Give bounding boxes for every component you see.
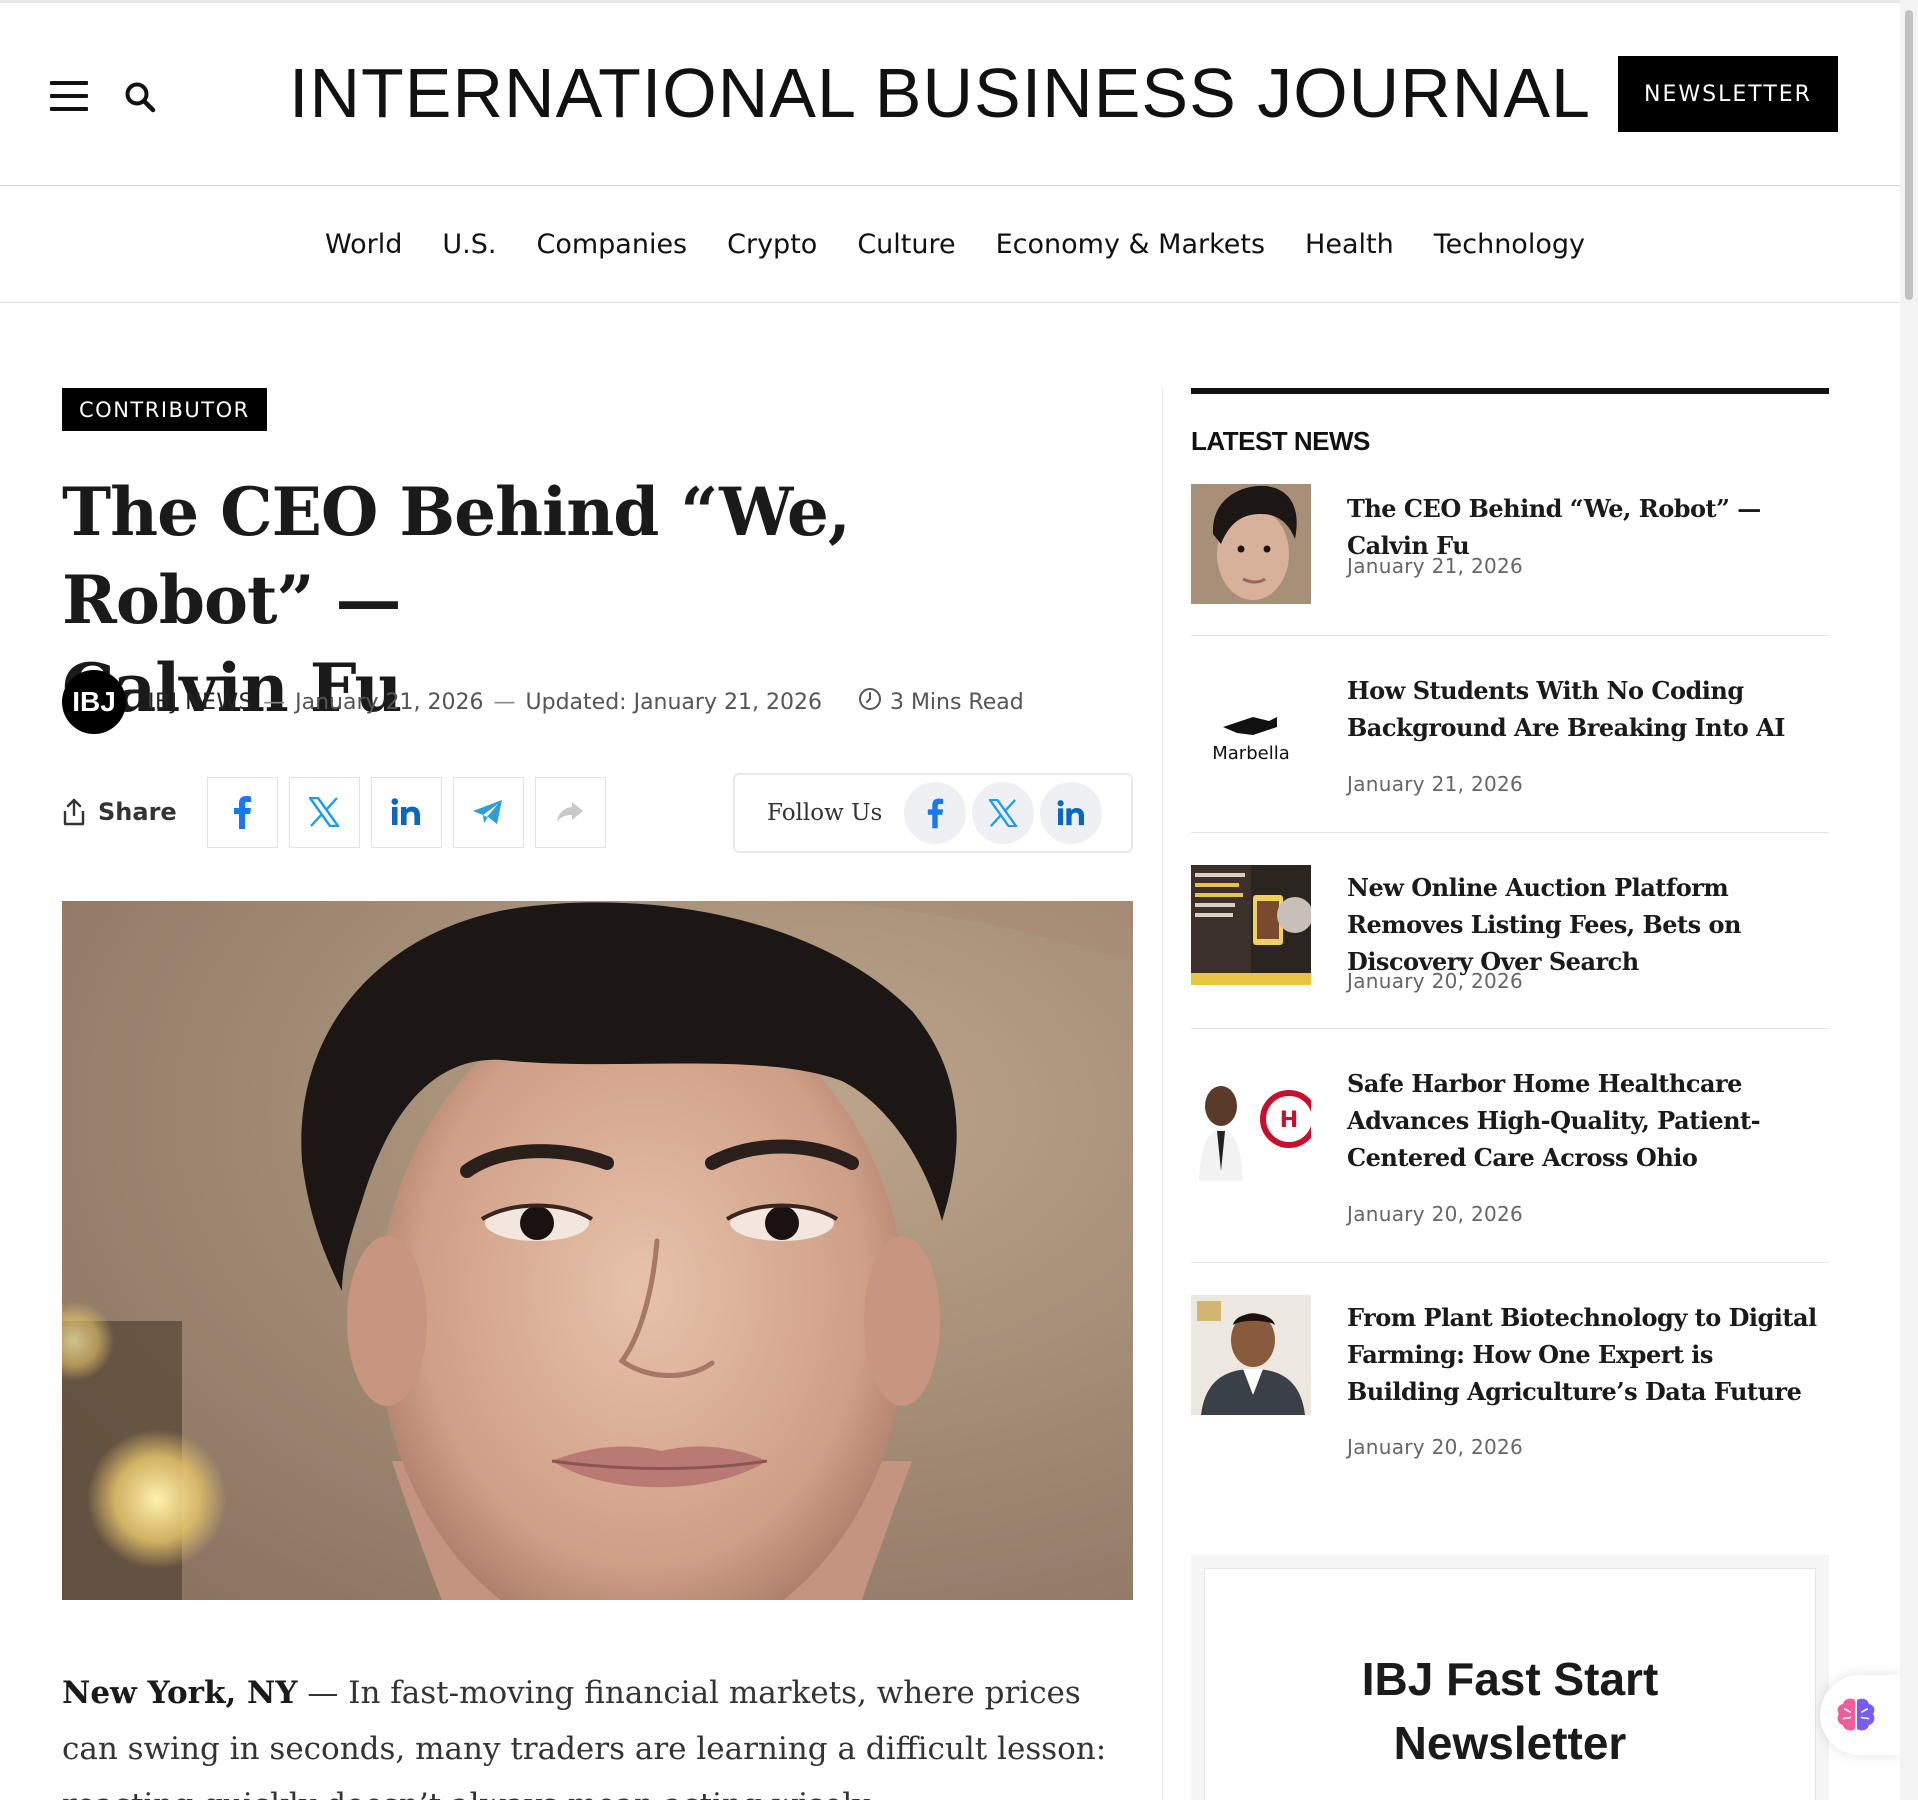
latest-news-item[interactable]: New Online Auction Platform Removes List… [1191, 833, 1829, 1029]
news-title[interactable]: The CEO Behind “We, Robot” — Calvin Fu [1347, 490, 1827, 564]
news-title[interactable]: New Online Auction Platform Removes List… [1347, 869, 1827, 980]
telegram-icon [473, 800, 503, 824]
thumb-brand-text: Marbella [1212, 743, 1290, 764]
category-badge[interactable]: CONTRIBUTOR [62, 388, 267, 431]
latest-news-heading: LATEST NEWS [1191, 426, 1370, 456]
follow-us-label: Follow Us [767, 800, 883, 826]
updated-date: January 21, 2026 [633, 689, 822, 715]
share-button[interactable]: Share [62, 798, 177, 826]
news-thumbnail[interactable]: Marbella [1191, 677, 1311, 797]
nav-item-companies[interactable]: Companies [536, 229, 687, 260]
share-bar: Share [62, 775, 617, 849]
news-thumbnail[interactable] [1191, 484, 1311, 604]
author-avatar[interactable]: IBJ [62, 670, 126, 734]
brain-icon [1837, 1698, 1875, 1731]
nav-item-world[interactable]: World [325, 229, 402, 260]
updated-label: Updated: [525, 689, 627, 715]
promo-title-line-2: Newsletter [1393, 1717, 1627, 1769]
news-thumbnail[interactable]: H [1191, 1061, 1311, 1181]
nav-item-us[interactable]: U.S. [442, 229, 496, 260]
follow-us-box: Follow Us [733, 773, 1133, 853]
latest-news-item[interactable]: From Plant Biotechnology to Digital Farm… [1191, 1263, 1829, 1496]
linkedin-icon [1057, 800, 1085, 826]
nav-item-crypto[interactable]: Crypto [727, 229, 817, 260]
read-time: 3 Mins Read [889, 689, 1024, 715]
hamburger-menu-icon[interactable] [50, 81, 88, 111]
main-nav: World U.S. Companies Crypto Culture Econ… [0, 187, 1900, 303]
news-title[interactable]: From Plant Biotechnology to Digital Farm… [1347, 1299, 1827, 1410]
x-icon [989, 799, 1018, 827]
share-icon [63, 798, 85, 826]
nav-item-economy-markets[interactable]: Economy & Markets [996, 229, 1265, 260]
news-title[interactable]: How Students With No Coding Background A… [1347, 672, 1827, 746]
article-lead-paragraph: New York, NY — In fast-moving financial … [62, 1665, 1133, 1800]
article-meta: IBJ IBJ NEWS — January 21, 2026 — Update… [62, 670, 1024, 734]
nav-item-technology[interactable]: Technology [1434, 229, 1585, 260]
site-logo-title[interactable]: INTERNATIONAL BUSINESS JOURNAL [240, 53, 1640, 133]
share-facebook-button[interactable] [206, 776, 278, 848]
news-date: January 20, 2026 [1347, 969, 1524, 993]
news-thumbnail[interactable] [1191, 1295, 1311, 1415]
forward-icon [557, 802, 584, 822]
follow-x-button[interactable] [972, 782, 1035, 844]
linkedin-icon [391, 798, 421, 825]
facebook-icon [928, 798, 944, 829]
x-icon [308, 797, 340, 827]
follow-facebook-button[interactable] [904, 782, 967, 844]
share-x-button[interactable] [288, 776, 360, 848]
article-hero-image [62, 901, 1133, 1600]
newsletter-button[interactable]: NEWSLETTER [1618, 56, 1838, 132]
promo-title-line-1: IBJ Fast Start [1361, 1653, 1659, 1705]
author-name[interactable]: IBJ NEWS [148, 690, 253, 715]
latest-news-item[interactable]: The CEO Behind “We, Robot” — Calvin Fu J… [1191, 484, 1829, 636]
latest-news-item[interactable]: Marbella How Students With No Coding Bac… [1191, 636, 1829, 833]
news-thumbnail[interactable] [1191, 865, 1311, 985]
news-date: January 21, 2026 [1347, 554, 1524, 578]
news-title[interactable]: Safe Harbor Home Healthcare Advances Hig… [1347, 1065, 1827, 1176]
nav-item-culture[interactable]: Culture [857, 229, 955, 260]
share-telegram-button[interactable] [452, 776, 524, 848]
news-date: January 20, 2026 [1347, 1202, 1524, 1226]
share-linkedin-button[interactable] [370, 776, 442, 848]
share-more-button[interactable] [534, 776, 606, 848]
clock-icon [858, 687, 882, 717]
share-label: Share [98, 798, 177, 826]
ai-assistant-button[interactable] [1820, 1675, 1900, 1755]
meta-separator: — [263, 689, 286, 715]
sidebar-top-rule [1191, 388, 1829, 394]
news-date: January 21, 2026 [1347, 772, 1524, 796]
dateline: New York, NY [62, 1675, 298, 1711]
svg-text:H: H [1280, 1108, 1298, 1133]
site-header: INTERNATIONAL BUSINESS JOURNAL NEWSLETTE… [0, 3, 1900, 186]
article-title-line-1: The CEO Behind “We, Robot” — [62, 473, 851, 639]
scrollbar-thumb[interactable] [1905, 10, 1913, 300]
news-date: January 20, 2026 [1347, 1435, 1524, 1459]
latest-news-item[interactable]: H Safe Harbor Home Healthcare Advances H… [1191, 1029, 1829, 1263]
search-icon[interactable] [124, 81, 156, 113]
published-date: January 21, 2026 [295, 689, 484, 715]
meta-separator: — [493, 689, 516, 715]
follow-linkedin-button[interactable] [1040, 782, 1103, 844]
facebook-icon [234, 796, 252, 829]
column-divider [1162, 388, 1163, 1800]
nav-item-health[interactable]: Health [1305, 229, 1394, 260]
newsletter-promo-title: IBJ Fast Start Newsletter [1204, 1647, 1816, 1775]
